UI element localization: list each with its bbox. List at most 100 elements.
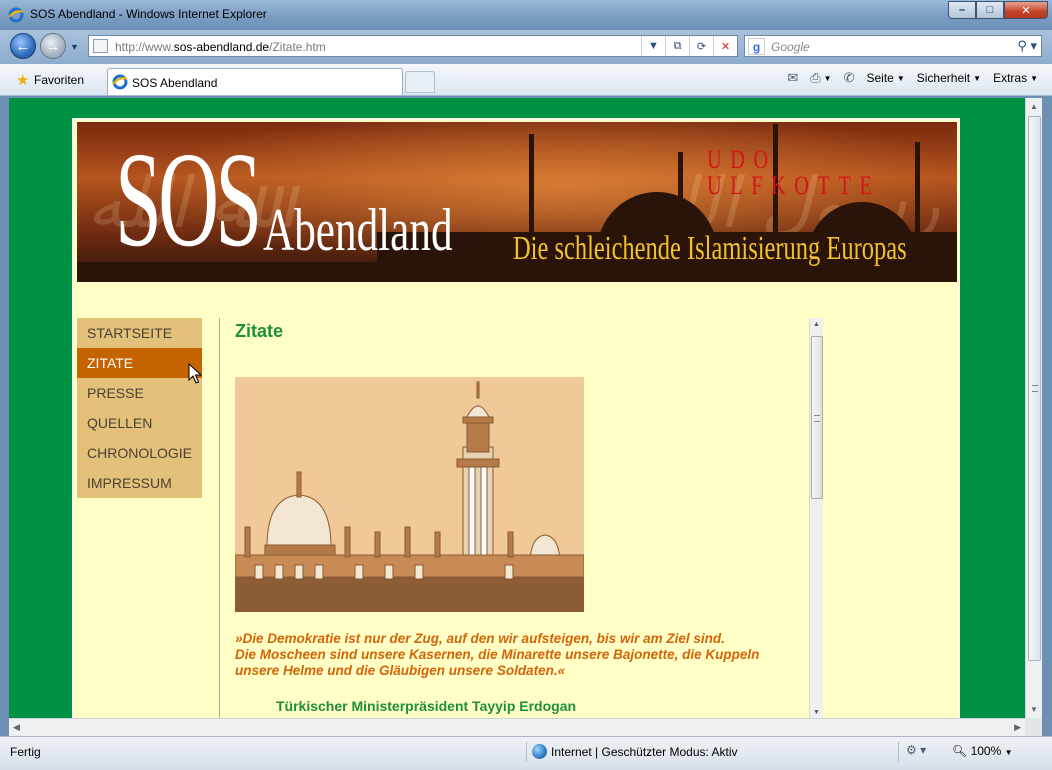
url-path: /Zitate.htm (269, 40, 326, 54)
tab-sos-abendland[interactable]: SOS Abendland (107, 68, 403, 95)
mosque-photo (235, 377, 584, 612)
address-dropdown-icon[interactable]: ▼ (641, 36, 665, 56)
scroll-left-icon[interactable]: ◀ (13, 722, 20, 733)
zoom-text: 100% (970, 744, 1002, 758)
new-tab-button[interactable] (405, 71, 435, 93)
window-title: SOS Abendland - Windows Internet Explore… (30, 7, 267, 21)
maximize-button[interactable]: □ (976, 1, 1004, 19)
chevron-down-icon: ▼ (823, 73, 832, 83)
close-button[interactable]: ✕ (1004, 1, 1048, 19)
menu-extras[interactable]: Extras ▼ (993, 71, 1038, 85)
scroll-right-icon[interactable]: ▶ (1014, 722, 1021, 733)
mail-icon: ✆ (843, 70, 855, 85)
mail-button[interactable]: ✆ (844, 70, 855, 86)
url-prefix: http://www. (115, 40, 174, 54)
quote-line-2: Die Moscheen sind unsere Kasernen, die M… (235, 647, 760, 678)
horizontal-scrollbar[interactable]: ◀ ▶ (9, 718, 1025, 736)
favorites-label: Favoriten (34, 73, 85, 87)
content-divider (219, 318, 220, 718)
nav-item-startseite[interactable]: STARTSEITE (77, 318, 202, 348)
chevron-down-icon: ▼ (896, 73, 905, 83)
address-row: ← → ▼ http://www.sos-abendland.de/Zitate… (0, 30, 1052, 64)
banner-subtitle: Die schleichende Islamisierung Europas (513, 230, 907, 267)
quote-source: Türkischer Ministerpräsident Tayyip Erdo… (276, 698, 577, 714)
menu-label: Seite (866, 71, 894, 85)
vertical-scrollbar[interactable]: ▲ ▼ (1025, 98, 1042, 718)
tab-label: SOS Abendland (132, 76, 218, 90)
page-viewport: ﷲ ﺍﻟﻠﻪ ﺭﺳﻮﻝ ﺍﻟﻠﻪ SOS Abendland UDO ULFKO… (9, 98, 1025, 718)
forward-button[interactable]: → (40, 33, 66, 59)
quote-text: »Die Demokratie ist nur der Zug, auf den… (235, 631, 795, 679)
address-bar[interactable]: http://www.sos-abendland.de/Zitate.htm ▼… (88, 35, 738, 57)
scroll-up-icon[interactable]: ▲ (1030, 102, 1038, 111)
nav-item-zitate[interactable]: ZITATE (77, 348, 202, 378)
ie-icon (112, 74, 128, 90)
vertical-scroll-thumb[interactable] (1028, 116, 1041, 661)
print-button[interactable]: ⎙ ▼ (810, 70, 831, 86)
mouse-cursor-icon (188, 363, 202, 384)
page-container: ﷲ ﺍﻟﻠﻪ ﺭﺳﻮﻝ ﺍﻟﻠﻪ SOS Abendland UDO ULFKO… (72, 118, 960, 718)
window-controls: – □ ✕ (948, 1, 1048, 21)
search-icon[interactable]: ⚲ ▾ (1017, 38, 1037, 54)
tab-row: ★ Favoriten SOS Abendland ✉ ⎙ ▼ ✆ Seite ▼ … (0, 64, 1052, 96)
grip-icon (814, 415, 820, 422)
minaret-silhouette (915, 142, 920, 242)
back-arrow-icon: ← (15, 37, 31, 55)
protected-mode-icon[interactable]: ⚙ ▾ (906, 743, 926, 757)
url-host: sos-abendland.de (173, 40, 270, 54)
feed-icon: ✉ (787, 70, 799, 85)
nav-item-chronologie[interactable]: CHRONOLOGIE (77, 438, 202, 468)
window-titlebar: SOS Abendland - Windows Internet Explore… (0, 0, 1052, 30)
google-icon: g (748, 38, 765, 55)
menu-label: Sicherheit (916, 71, 971, 85)
nav-item-presse[interactable]: PRESSE (77, 378, 202, 408)
feeds-button[interactable]: ✉ (787, 70, 798, 86)
banner-title-sos: SOS (115, 125, 262, 275)
status-separator (526, 742, 527, 762)
url-text[interactable]: http://www.sos-abendland.de/Zitate.htm (115, 40, 326, 54)
nav-item-quellen[interactable]: QUELLEN (77, 408, 202, 438)
forward-arrow-icon: → (45, 37, 61, 55)
ie-icon (8, 7, 24, 23)
zoom-level[interactable]: 🔍︎ 100% ▼ (952, 744, 1013, 758)
chevron-down-icon: ▼ (973, 73, 982, 83)
command-bar: ✉ ⎙ ▼ ✆ Seite ▼ Sicherheit ▼ Extras ▼ (787, 70, 1038, 86)
scrollbar-corner (1025, 718, 1042, 736)
content-scroll-thumb[interactable] (811, 336, 823, 499)
scroll-down-icon[interactable]: ▼ (813, 709, 820, 716)
star-icon: ★ (16, 72, 30, 89)
globe-icon (532, 744, 547, 759)
stop-icon[interactable]: ✕ (713, 36, 737, 56)
printer-icon: ⎙ (810, 70, 821, 85)
site-nav: STARTSEITE ZITATE PRESSE QUELLEN CHRONOL… (77, 318, 202, 498)
page-title: Zitate (235, 321, 284, 341)
menu-label: Extras (993, 71, 1028, 85)
main-content: Zitate »Die Demokratie ist nur der Zug, … (233, 318, 813, 718)
menu-sicherheit[interactable]: Sicherheit ▼ (917, 71, 981, 85)
content-scrollbar[interactable]: ▲ ▼ (809, 318, 823, 718)
page-icon (93, 39, 108, 53)
security-zone[interactable]: Internet | Geschützter Modus: Aktiv (532, 744, 738, 759)
history-dropdown-icon[interactable]: ▼ (70, 42, 79, 52)
zoom-icon: 🔍︎ (952, 744, 968, 758)
back-button[interactable]: ← (10, 33, 36, 59)
site-banner: ﷲ ﺍﻟﻠﻪ ﺭﺳﻮﻝ ﺍﻟﻠﻪ SOS Abendland UDO ULFKO… (77, 122, 957, 282)
banner-author: UDO ULFKOTTE (707, 145, 881, 200)
nav-item-impressum[interactable]: IMPRESSUM (77, 468, 202, 498)
refresh-icon[interactable]: ⟳ (689, 36, 713, 56)
address-tools: ▼ ⧉ ⟳ ✕ (641, 36, 737, 56)
scroll-up-icon[interactable]: ▲ (813, 321, 820, 328)
minaret-silhouette (678, 152, 683, 242)
zone-text: Internet | Geschützter Modus: Aktiv (551, 744, 738, 759)
menu-seite[interactable]: Seite ▼ (866, 71, 904, 85)
search-placeholder: Google (771, 40, 810, 54)
search-box[interactable]: g Google ⚲ ▾ (744, 35, 1042, 57)
compat-view-icon[interactable]: ⧉ (665, 36, 689, 56)
banner-title-abendland: Abendland (263, 197, 453, 263)
status-text: Fertig (10, 745, 41, 759)
minimize-button[interactable]: – (948, 1, 976, 19)
grip-icon (1032, 385, 1038, 392)
scroll-down-icon[interactable]: ▼ (1030, 705, 1038, 714)
mosque-illustration (235, 377, 584, 612)
favorites-button[interactable]: ★ Favoriten (10, 68, 92, 92)
